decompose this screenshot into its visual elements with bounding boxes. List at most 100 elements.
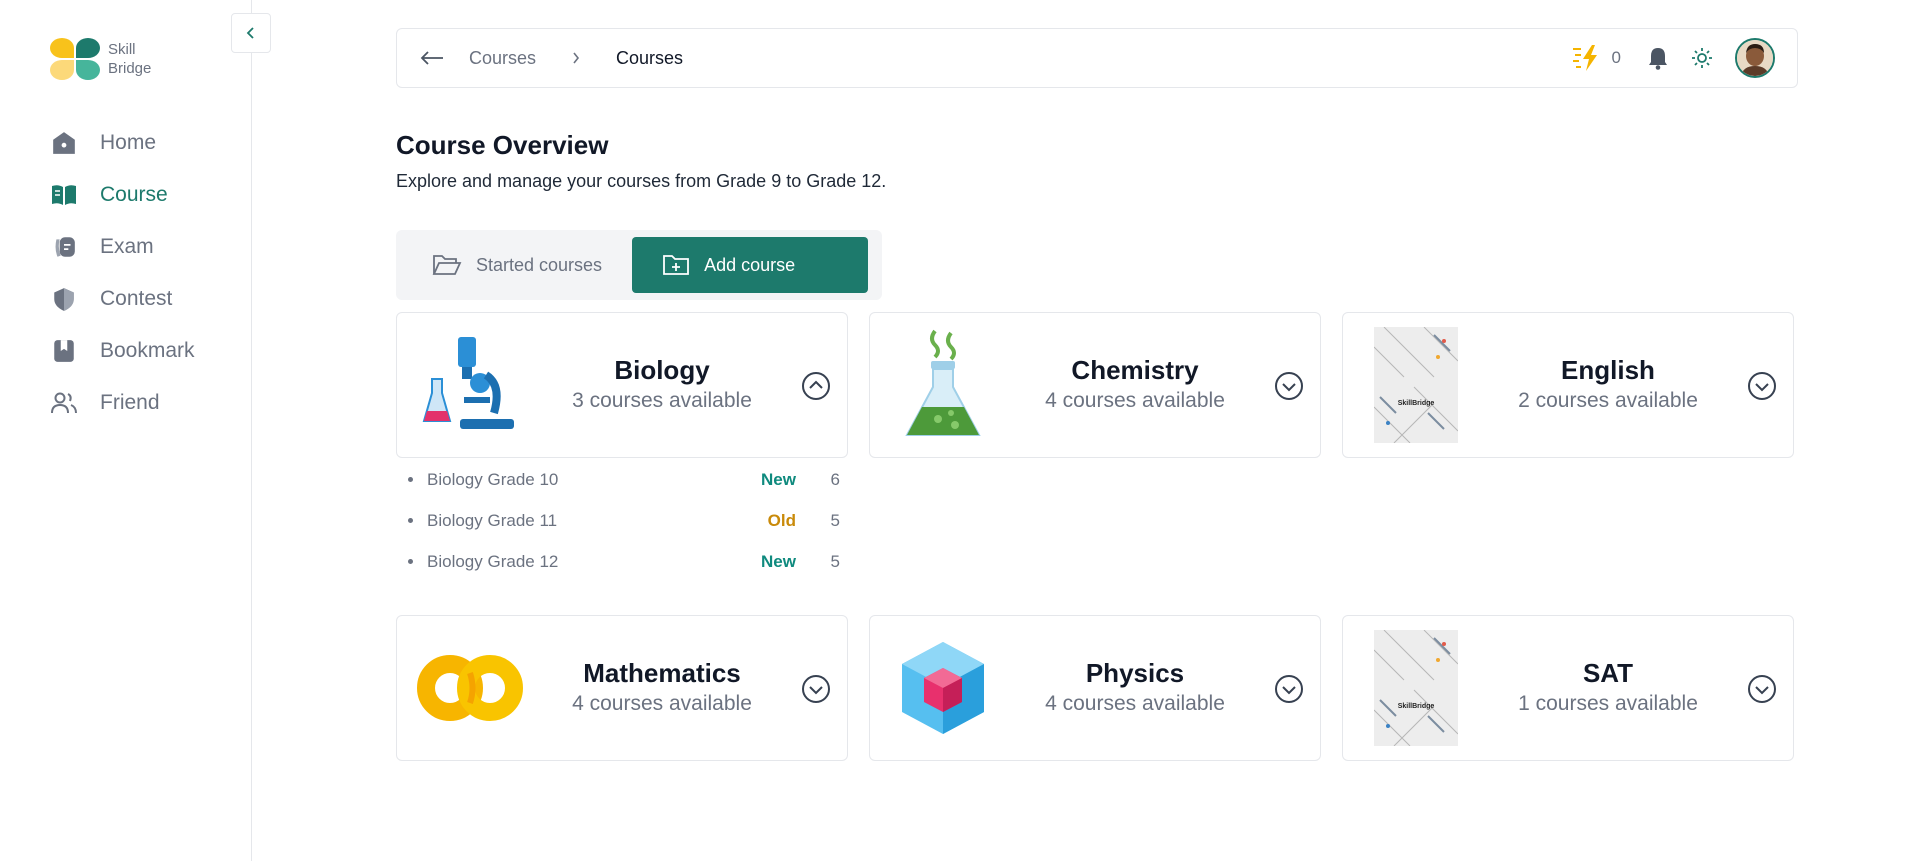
course-name: Chemistry (1071, 355, 1199, 385)
biology-course-list: Biology Grade 10 New 6 Biology Grade 11 … (396, 459, 840, 582)
add-course-button[interactable]: Add course (632, 237, 869, 293)
chevron-down-icon[interactable] (1747, 371, 1777, 401)
flask-icon (888, 327, 998, 443)
card-info: Chemistry 4 courses available (1020, 355, 1250, 413)
sidebar-item-home[interactable]: Home (50, 117, 195, 169)
course-availability: 3 courses available (572, 389, 752, 412)
cube-icon (888, 630, 998, 746)
bullet (408, 559, 413, 564)
course-availability: 1 courses available (1518, 692, 1698, 715)
chevron-down-icon[interactable] (1274, 674, 1304, 704)
sidebar-item-contest[interactable]: Contest (50, 273, 195, 325)
card-info: Biology 3 courses available (547, 355, 777, 413)
course-card-mathematics[interactable]: Mathematics 4 courses available (396, 615, 848, 761)
energy-count: 0 (1611, 48, 1621, 67)
course-grade-label: Biology Grade 12 (427, 551, 559, 571)
energy-icon[interactable] (1572, 44, 1604, 72)
card-info: SAT 1 courses available (1493, 658, 1723, 716)
course-card-biology[interactable]: Biology 3 courses available (396, 312, 848, 458)
sidebar-item-label: Bookmark (100, 339, 195, 362)
course-grade-label: Biology Grade 11 (427, 510, 558, 530)
list-item[interactable]: Biology Grade 11 Old 5 (396, 500, 840, 541)
course-availability: 4 courses available (1045, 692, 1225, 715)
course-name: SAT (1582, 658, 1634, 688)
home-icon (50, 129, 78, 157)
course-availability: 4 courses available (1045, 389, 1225, 412)
course-name: English (1561, 355, 1655, 385)
course-availability: 2 courses available (1518, 389, 1698, 412)
course-name: Physics (1085, 658, 1185, 688)
status-badge: Old (767, 510, 796, 530)
course-tabs: Started courses Add course (396, 230, 882, 300)
course-card-sat[interactable]: SkillBridge SAT 1 courses available (1342, 615, 1794, 761)
thumbnail-brand: SkillBridge (1398, 703, 1435, 710)
breadcrumb-parent[interactable]: Courses (469, 48, 536, 69)
logo-icon (50, 38, 102, 80)
page-subtitle: Explore and manage your courses from Gra… (396, 171, 887, 191)
sidebar-item-bookmark[interactable]: Bookmark (50, 325, 195, 377)
chevron-right-icon (572, 51, 580, 65)
card-info: English 2 courses available (1493, 355, 1723, 413)
list-item[interactable]: Biology Grade 10 New 6 (396, 459, 840, 500)
course-card-english[interactable]: SkillBridge English 2 courses available (1342, 312, 1794, 458)
tab-label: Add course (704, 254, 796, 275)
page-title: Course Overview (396, 130, 609, 160)
collapse-sidebar-button[interactable] (231, 13, 271, 53)
sidebar-item-label: Home (100, 131, 157, 154)
breadcrumb-current: Courses (616, 47, 684, 68)
top-bar: Courses Courses 0 (396, 28, 1798, 88)
chevron-up-icon[interactable] (801, 371, 831, 401)
course-card-physics[interactable]: Physics 4 courses available (869, 615, 1321, 761)
theme-sun-icon[interactable] (1691, 47, 1713, 69)
bullet (408, 518, 413, 523)
brand-line-1: Skill (108, 41, 136, 58)
infinity-rings-icon (415, 630, 525, 746)
sidebar-item-label: Contest (100, 287, 173, 310)
chevron-down-icon[interactable] (1747, 674, 1777, 704)
chevron-down-icon[interactable] (801, 674, 831, 704)
brand-logo[interactable]: Skill Bridge (50, 38, 151, 80)
breadcrumb: Courses Courses (419, 48, 683, 69)
course-name: Mathematics (583, 658, 741, 688)
course-grade-label: Biology Grade 10 (427, 469, 559, 489)
lesson-count: 5 (830, 551, 840, 571)
exam-icon (50, 233, 78, 261)
tab-started-courses[interactable]: Started courses (402, 237, 632, 293)
shield-icon (50, 285, 78, 313)
sidebar: Skill Bridge Home Course Exam Contest Bo… (0, 0, 252, 861)
back-arrow-icon[interactable] (419, 50, 445, 66)
brand-line-2: Bridge (108, 60, 152, 77)
list-item[interactable]: Biology Grade 12 New 5 (396, 541, 840, 582)
course-card-chemistry[interactable]: Chemistry 4 courses available (869, 312, 1321, 458)
book-cover-thumbnail: SkillBridge (1361, 630, 1471, 746)
user-avatar[interactable] (1735, 38, 1775, 78)
bookmark-icon (50, 337, 78, 365)
sidebar-item-course[interactable]: Course (50, 169, 195, 221)
card-info: Mathematics 4 courses available (547, 658, 777, 716)
status-badge: New (761, 551, 796, 571)
bullet (408, 477, 413, 482)
chevron-down-icon[interactable] (1274, 371, 1304, 401)
course-availability: 4 courses available (572, 692, 752, 715)
top-actions: 0 (1572, 38, 1775, 78)
microscope-icon (415, 327, 525, 443)
friends-icon (50, 389, 78, 417)
book-icon (50, 181, 78, 209)
sidebar-item-label: Exam (100, 235, 154, 258)
book-cover-thumbnail: SkillBridge (1361, 327, 1471, 443)
status-badge: New (761, 469, 796, 489)
folder-open-icon (432, 253, 462, 277)
thumbnail-brand: SkillBridge (1398, 400, 1435, 407)
chevron-left-icon (246, 27, 254, 39)
sidebar-item-label: Course (100, 183, 168, 206)
lesson-count: 5 (830, 510, 840, 530)
brand-name: Skill Bridge (108, 40, 151, 78)
card-info: Physics 4 courses available (1020, 658, 1250, 716)
sidebar-item-friend[interactable]: Friend (50, 377, 195, 429)
folder-plus-icon (662, 253, 690, 277)
lesson-count: 6 (830, 469, 840, 489)
tab-label: Started courses (476, 254, 603, 275)
bell-icon[interactable] (1647, 46, 1669, 70)
sidebar-item-exam[interactable]: Exam (50, 221, 195, 273)
sidebar-nav: Home Course Exam Contest Bookmark Friend (50, 117, 195, 429)
